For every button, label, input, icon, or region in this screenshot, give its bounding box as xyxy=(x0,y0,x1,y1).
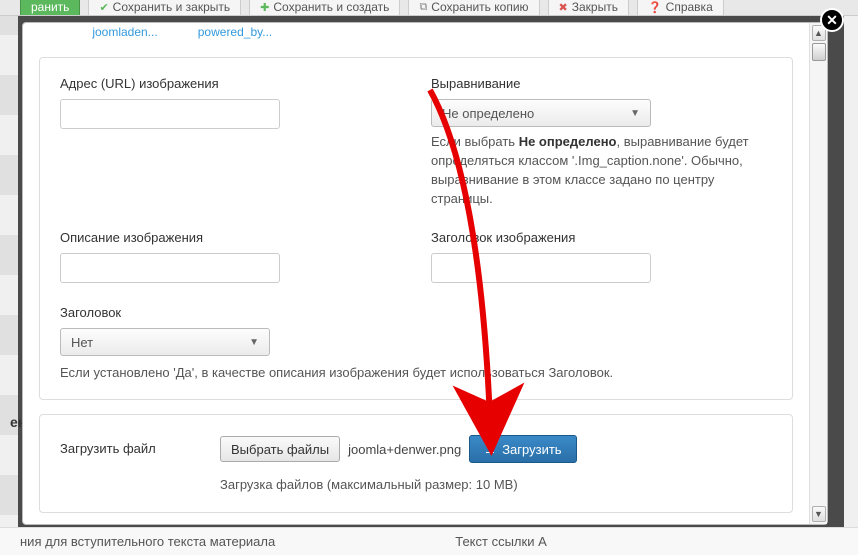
bg-bottom-text-right: Текст ссылки A xyxy=(455,534,547,549)
background-left-strip xyxy=(0,16,18,555)
thumb-label-b[interactable]: powered_by... xyxy=(187,25,283,39)
close-icon[interactable]: ✕ xyxy=(820,8,844,32)
image-dialog: joomladen... powered_by... Адрес (URL) и… xyxy=(22,22,828,525)
scroll-down-arrow[interactable]: ▼ xyxy=(812,506,826,522)
caption-select[interactable]: Нет ▼ xyxy=(60,328,270,356)
desc-input[interactable] xyxy=(60,253,280,283)
scroll-thumb[interactable] xyxy=(812,43,826,61)
url-label: Адрес (URL) изображения xyxy=(60,76,401,91)
bg-apply-button: ранить xyxy=(20,0,80,16)
scrollbar[interactable]: ▲ ▼ xyxy=(809,23,827,524)
caption-help-text: Если установлено 'Да', в качестве описан… xyxy=(60,364,772,383)
align-help-text: Если выбрать Не определено, выравнивание… xyxy=(431,133,772,208)
background-toolbar: ранить ✔Сохранить и закрыть ✚Сохранить и… xyxy=(0,0,858,16)
background-right-strip xyxy=(844,16,858,555)
bg-save-copy-button: ⧉Сохранить копию xyxy=(408,0,539,16)
chevron-down-icon: ▼ xyxy=(630,108,640,119)
selected-filename: joomla+denwer.png xyxy=(348,442,461,457)
scroll-track[interactable] xyxy=(812,43,826,504)
choose-files-button[interactable]: Выбрать файлы xyxy=(220,436,340,462)
upload-label: Загрузить файл xyxy=(60,435,190,456)
bg-save-new-button: ✚Сохранить и создать xyxy=(249,0,400,16)
title-label: Заголовок изображения xyxy=(431,230,772,245)
upload-button[interactable]: Загрузить xyxy=(469,435,576,463)
thumb-label-a[interactable]: joomladen... xyxy=(77,25,173,39)
caption-label: Заголовок xyxy=(60,305,772,320)
bg-help-button: ❓Справка xyxy=(637,0,724,16)
align-select-value: Не определено xyxy=(442,106,534,121)
upload-hint: Загрузка файлов (максимальный размер: 10… xyxy=(220,477,772,492)
background-bottom-bar: ния для вступительного текста материала … xyxy=(0,527,858,555)
upload-icon xyxy=(484,442,496,457)
caption-select-value: Нет xyxy=(71,335,93,350)
image-options-panel: Адрес (URL) изображения Выравнивание Не … xyxy=(39,57,793,400)
title-input[interactable] xyxy=(431,253,651,283)
upload-panel: Загрузить файл Выбрать файлы joomla+denw… xyxy=(39,414,793,513)
desc-label: Описание изображения xyxy=(60,230,401,245)
align-select[interactable]: Не определено ▼ xyxy=(431,99,651,127)
bg-save-close-button: ✔Сохранить и закрыть xyxy=(88,0,241,16)
url-input[interactable] xyxy=(60,99,280,129)
thumbnail-labels: joomladen... powered_by... xyxy=(23,23,809,43)
dialog-content: joomladen... powered_by... Адрес (URL) и… xyxy=(23,23,809,524)
bg-bottom-text-left: ния для вступительного текста материала xyxy=(20,534,275,549)
chevron-down-icon: ▼ xyxy=(249,337,259,348)
bg-close-button: ✖Закрыть xyxy=(548,0,629,16)
align-label: Выравнивание xyxy=(431,76,772,91)
